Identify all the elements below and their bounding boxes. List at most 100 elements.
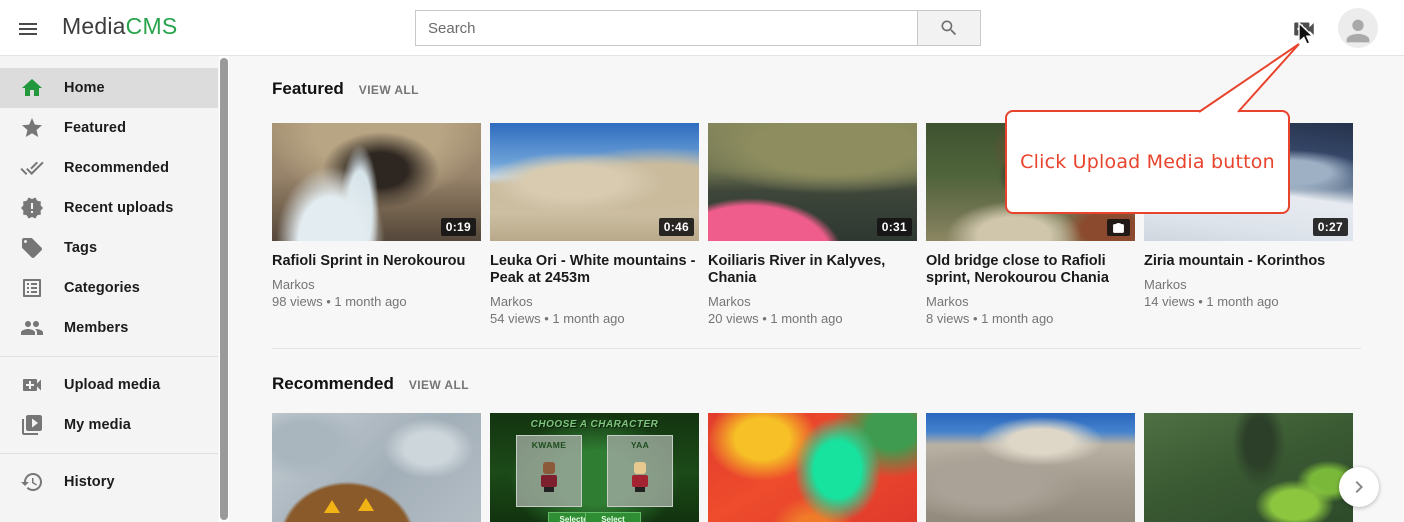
hamburger-menu-icon[interactable] (16, 17, 40, 41)
home-icon (20, 76, 44, 100)
annotation-callout: Click Upload Media button (1005, 110, 1290, 214)
tag-icon (20, 236, 44, 260)
sidebar-item-label: Tags (64, 240, 97, 256)
sidebar-item-recent-uploads[interactable]: Recent uploads (0, 188, 218, 228)
sidebar: Home Featured Recommended Recent uploads Tag… (0, 56, 218, 522)
media-card (1144, 413, 1353, 522)
game-heading: CHOOSE A CHARACTER (490, 419, 699, 430)
thumbnail-game-character-select[interactable]: CHOOSE A CHARACTERKWAMESelectedYAASelect (490, 413, 699, 522)
sidebar-item-categories[interactable]: Categories (0, 268, 218, 308)
media-card (926, 413, 1135, 522)
video-library-icon (20, 413, 44, 437)
logo-text-media: Media (62, 13, 126, 39)
game-character-sprite (632, 462, 648, 492)
sidebar-item-label: Recommended (64, 160, 169, 176)
people-icon (20, 316, 44, 340)
media-author[interactable]: Markos (490, 293, 699, 310)
sidebar-item-members[interactable]: Members (0, 308, 218, 348)
video-call-icon (20, 373, 44, 397)
media-author[interactable]: Markos (272, 276, 481, 293)
media-title[interactable]: Ziria mountain - Korinthos (1144, 253, 1353, 270)
section-title-featured: Featured (272, 79, 344, 99)
categories-icon (20, 276, 44, 300)
media-title[interactable]: Old bridge close to Rafioli sprint, Nero… (926, 253, 1135, 287)
media-title[interactable]: Rafioli Sprint in Nerokourou (272, 253, 481, 270)
app-logo[interactable]: MediaCMS (62, 13, 177, 40)
chevron-right-icon (1347, 475, 1371, 499)
media-card: CHOOSE A CHARACTERKWAMESelectedYAASelect (490, 413, 699, 522)
game-select-button: Select (585, 512, 641, 522)
sidebar-item-label: My media (64, 417, 131, 433)
new-releases-icon (20, 196, 44, 220)
sidebar-item-upload-media[interactable]: Upload media (0, 365, 218, 405)
sidebar-main-nav: Home Featured Recommended Recent uploads Tag… (0, 56, 218, 348)
duration-badge: 0:31 (877, 218, 912, 236)
media-views-meta: 20 views • 1 month ago (708, 310, 917, 328)
sidebar-scrollbar-track[interactable] (219, 56, 229, 522)
media-author[interactable]: Markos (708, 293, 917, 310)
photo-camera-icon (1107, 219, 1130, 236)
carousel-next-button[interactable] (1339, 467, 1379, 507)
media-author[interactable]: Markos (1144, 276, 1353, 293)
sidebar-tertiary-nav: History (0, 462, 218, 502)
media-card (708, 413, 917, 522)
game-character-name: YAA (608, 440, 672, 450)
sidebar-item-recommended[interactable]: Recommended (0, 148, 218, 188)
recommended-view-all-link[interactable]: VIEW ALL (409, 378, 469, 392)
duration-badge: 0:19 (441, 218, 476, 236)
media-views-meta: 8 views • 1 month ago (926, 310, 1135, 328)
user-avatar[interactable] (1338, 8, 1378, 48)
media-card: 0:31 Koiliaris River in Kalyves, Chania Ma… (708, 123, 917, 328)
sidebar-secondary-nav: Upload media My media (0, 365, 218, 445)
featured-section-header: Featured VIEW ALL (272, 79, 1404, 99)
header: MediaCMS (0, 0, 1404, 56)
search-input[interactable] (415, 10, 918, 46)
game-character-panel: YAASelect (607, 435, 673, 507)
featured-view-all-link[interactable]: VIEW ALL (359, 83, 419, 97)
thumbnail-fountain-waterfall[interactable]: 0:19 (272, 123, 481, 241)
media-card (272, 413, 481, 522)
sidebar-item-history[interactable]: History (0, 462, 218, 502)
game-character-name: KWAME (517, 440, 581, 450)
thumbnail-rocky-mountain[interactable] (926, 413, 1135, 522)
section-separator (272, 348, 1361, 349)
duration-badge: 0:27 (1313, 218, 1348, 236)
sidebar-item-label: Home (64, 80, 105, 96)
game-character-sprite (541, 462, 557, 492)
thumbnail-green-leaves[interactable] (1144, 413, 1353, 522)
mediacms-app: MediaCMS Home Featured Recommended Recent u… (0, 0, 1404, 522)
sidebar-item-featured[interactable]: Featured (0, 108, 218, 148)
sidebar-item-label: Upload media (64, 377, 160, 393)
star-icon (20, 116, 44, 140)
sidebar-item-label: Recent uploads (64, 200, 173, 216)
media-views-meta: 54 views • 1 month ago (490, 310, 699, 328)
media-author[interactable]: Markos (926, 293, 1135, 310)
sidebar-item-home[interactable]: Home (0, 68, 218, 108)
thumbnail-river-kayak[interactable]: 0:31 (708, 123, 917, 241)
sidebar-scrollbar-thumb[interactable] (220, 58, 228, 520)
media-views-meta: 98 views • 1 month ago (272, 293, 481, 311)
sidebar-item-my-media[interactable]: My media (0, 405, 218, 445)
section-title-recommended: Recommended (272, 374, 394, 394)
media-title[interactable]: Koiliaris River in Kalyves, Chania (708, 253, 917, 287)
search-button[interactable] (918, 10, 981, 46)
sidebar-item-label: Categories (64, 280, 140, 296)
game-character-panel: KWAMESelected (516, 435, 582, 507)
sidebar-item-label: History (64, 474, 115, 490)
annotation-text: Click Upload Media button (1020, 151, 1275, 173)
media-views-meta: 14 views • 1 month ago (1144, 293, 1353, 311)
sidebar-divider (0, 356, 218, 357)
sidebar-item-label: Featured (64, 120, 126, 136)
thumbnail-desert-mountains[interactable]: 0:46 (490, 123, 699, 241)
search-icon (939, 18, 959, 38)
thumbnail-pumpkin-craft[interactable] (272, 413, 481, 522)
sidebar-divider (0, 453, 218, 454)
duration-badge: 0:46 (659, 218, 694, 236)
media-card: 0:46 Leuka Ori - White mountains - Peak a… (490, 123, 699, 328)
media-title[interactable]: Leuka Ori - White mountains - Peak at 24… (490, 253, 699, 287)
search-bar (415, 10, 981, 46)
recommended-section-header: Recommended VIEW ALL (272, 374, 1404, 394)
upload-media-icon[interactable] (1291, 16, 1317, 42)
thumbnail-abstract-gradient[interactable] (708, 413, 917, 522)
sidebar-item-tags[interactable]: Tags (0, 228, 218, 268)
